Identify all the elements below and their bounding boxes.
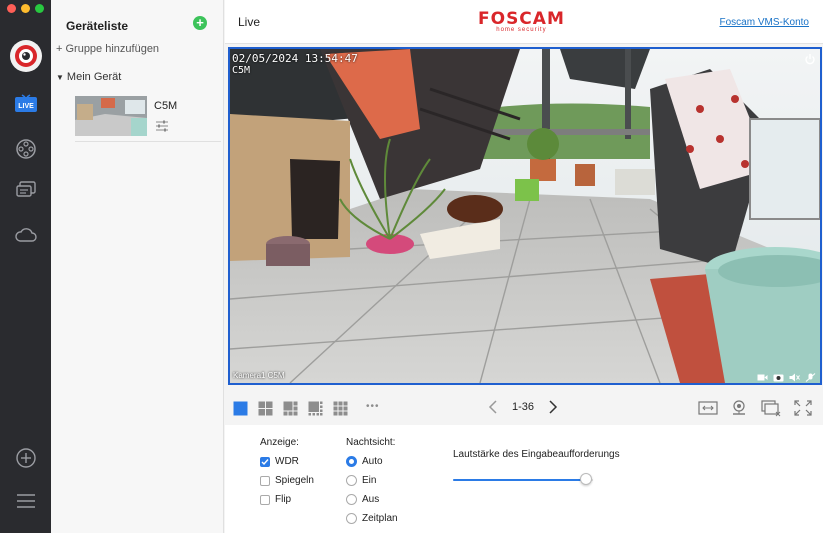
wdr-checkbox[interactable] bbox=[260, 456, 270, 467]
volume-slider-fill bbox=[453, 479, 586, 481]
zoom-window-button[interactable] bbox=[35, 4, 44, 13]
mute-icon[interactable] bbox=[789, 371, 800, 382]
night-schedule-radio[interactable] bbox=[346, 513, 357, 524]
night-on-radio[interactable] bbox=[346, 475, 357, 486]
chevron-left-icon[interactable] bbox=[488, 400, 498, 414]
wdr-label: WDR bbox=[275, 456, 299, 467]
device-name: C5M bbox=[154, 100, 178, 112]
add-group-link[interactable]: + Gruppe hinzufügen bbox=[56, 43, 159, 55]
night-auto-label: Auto bbox=[362, 456, 383, 467]
plus-circle-icon bbox=[16, 448, 36, 468]
vms-account-link[interactable]: Foscam VMS-Konto bbox=[720, 17, 809, 28]
foscam-logo-icon[interactable] bbox=[10, 40, 42, 72]
wdr-checkbox-row[interactable]: WDR bbox=[260, 456, 299, 467]
checkmark-icon bbox=[261, 458, 269, 465]
video-overlay-tools bbox=[757, 371, 816, 382]
hamburger-icon bbox=[17, 494, 35, 508]
brand-logo: FOSCAM home security bbox=[478, 9, 565, 33]
live-view-nav[interactable]: LIVE bbox=[13, 93, 39, 115]
chat-icon bbox=[16, 181, 36, 197]
night-schedule-row[interactable]: Zeitplan bbox=[346, 513, 398, 524]
layout-1-icon[interactable] bbox=[233, 401, 248, 416]
playback-nav[interactable] bbox=[13, 138, 39, 160]
chevron-down-icon: ▼ bbox=[56, 73, 64, 82]
video-toolbar: ••• 1-36 bbox=[225, 394, 823, 422]
settings-panel: Anzeige: WDR Spiegeln Flip Nachtsicht: A… bbox=[225, 425, 823, 533]
menu-nav[interactable] bbox=[13, 490, 39, 512]
top-bar: Live FOSCAM home security Foscam VMS-Kon… bbox=[225, 0, 823, 44]
night-off-row[interactable]: Aus bbox=[346, 494, 379, 505]
minimize-window-button[interactable] bbox=[21, 4, 30, 13]
close-all-views-icon[interactable] bbox=[761, 399, 781, 417]
camera-control-icon[interactable] bbox=[729, 399, 749, 417]
mic-off-icon[interactable] bbox=[805, 371, 816, 382]
night-schedule-label: Zeitplan bbox=[362, 513, 398, 524]
nav-rail: LIVE bbox=[0, 0, 51, 533]
mirror-checkbox-row[interactable]: Spiegeln bbox=[260, 475, 314, 486]
mirror-checkbox[interactable] bbox=[260, 475, 270, 486]
night-on-row[interactable]: Ein bbox=[346, 475, 376, 486]
pager: 1-36 bbox=[488, 400, 558, 414]
stretch-icon[interactable] bbox=[698, 399, 718, 417]
device-group-label: Mein Gerät bbox=[66, 71, 122, 83]
layout-9-icon[interactable] bbox=[333, 401, 348, 416]
display-title: Anzeige: bbox=[260, 437, 299, 448]
night-on-label: Ein bbox=[362, 475, 377, 486]
sliders-icon[interactable] bbox=[155, 120, 169, 132]
flip-checkbox[interactable] bbox=[260, 494, 270, 505]
device-item[interactable]: C5M bbox=[75, 96, 221, 142]
chevron-right-icon[interactable] bbox=[548, 400, 558, 414]
svg-text:LIVE: LIVE bbox=[18, 103, 34, 110]
night-off-label: Aus bbox=[362, 494, 380, 505]
add-device-button[interactable]: + bbox=[193, 16, 207, 30]
night-auto-radio[interactable] bbox=[346, 456, 357, 467]
window-controls bbox=[7, 4, 44, 13]
channel-label: Kamera1 C5M bbox=[233, 371, 285, 380]
flip-label: Flip bbox=[275, 494, 292, 505]
osd-camera-name: C5M bbox=[232, 65, 251, 76]
volume-slider-handle[interactable] bbox=[580, 473, 592, 485]
device-list-panel: Geräteliste + + Gruppe hinzufügen ▼ Mein … bbox=[51, 0, 224, 533]
device-thumbnail[interactable] bbox=[75, 96, 147, 136]
device-list-title: Geräteliste bbox=[66, 19, 129, 33]
night-vision-title: Nachtsicht: bbox=[346, 437, 396, 448]
close-window-button[interactable] bbox=[7, 4, 16, 13]
record-icon[interactable] bbox=[757, 371, 768, 381]
camera-image bbox=[230, 49, 820, 383]
prompt-volume-label: Lautstärke des Eingabeaufforderungs bbox=[453, 449, 620, 460]
volume-slider-track[interactable] bbox=[453, 479, 593, 481]
layout-4-icon[interactable] bbox=[258, 401, 273, 416]
film-reel-icon bbox=[16, 139, 36, 159]
osd-timestamp: 02/05/2024 13:54:47 bbox=[232, 52, 358, 65]
fullscreen-icon[interactable] bbox=[793, 399, 813, 417]
page-range: 1-36 bbox=[512, 401, 535, 413]
messages-nav[interactable] bbox=[13, 179, 39, 201]
add-device-nav[interactable] bbox=[13, 447, 39, 469]
power-icon[interactable] bbox=[804, 53, 816, 65]
device-group-header[interactable]: ▼ Mein Gerät bbox=[56, 71, 121, 83]
layout-8-icon[interactable] bbox=[308, 401, 323, 416]
more-layouts-button[interactable]: ••• bbox=[366, 401, 380, 412]
app-window: LIVE Geräteliste + + Gruppe hinzufügen ▼… bbox=[0, 0, 823, 533]
page-title: Live bbox=[238, 15, 261, 29]
night-auto-row[interactable]: Auto bbox=[346, 456, 383, 467]
night-off-radio[interactable] bbox=[346, 494, 357, 505]
main-area: Live FOSCAM home security Foscam VMS-Kon… bbox=[225, 0, 823, 533]
live-video-view[interactable]: 02/05/2024 13:54:47 C5M Kamera1 C5M bbox=[228, 47, 822, 385]
layout-6-icon[interactable] bbox=[283, 401, 298, 416]
brand-name: FOSCAM bbox=[478, 9, 565, 29]
cloud-icon bbox=[15, 228, 37, 242]
snapshot-icon[interactable] bbox=[773, 371, 784, 382]
live-icon: LIVE bbox=[15, 94, 37, 112]
cloud-nav[interactable] bbox=[13, 224, 39, 246]
mirror-label: Spiegeln bbox=[275, 475, 314, 486]
flip-checkbox-row[interactable]: Flip bbox=[260, 494, 291, 505]
